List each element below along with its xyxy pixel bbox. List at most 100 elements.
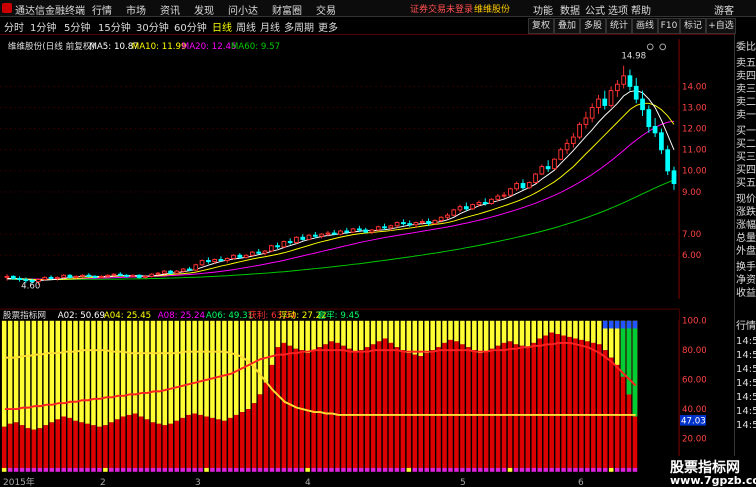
period-5min[interactable]: 5分钟 — [64, 19, 90, 34]
indicator-bar-red — [168, 423, 174, 468]
indicator-tick-label: 60.00 — [682, 376, 706, 386]
multi-stock-button[interactable]: 多股 — [580, 18, 606, 34]
candle-body — [463, 206, 469, 210]
candle-body — [218, 259, 224, 262]
indicator-bars — [1, 320, 638, 472]
indicator-bar-red — [91, 425, 96, 468]
menu-item-ask[interactable]: 问小达 — [228, 2, 258, 17]
indicator-bar-yellow — [591, 320, 596, 343]
stock-name-notice: 维维股份 — [474, 5, 511, 15]
indicator-bar-red — [454, 341, 459, 468]
indicator-bar-red — [632, 416, 638, 468]
indicator-base-strip — [120, 467, 126, 472]
candle-body — [451, 209, 457, 216]
indicator-base-strip — [239, 467, 245, 472]
period-week[interactable]: 周线 — [236, 19, 256, 34]
indicator-base-strip — [132, 467, 138, 472]
f10-button[interactable]: F10 — [658, 18, 680, 34]
indicator-base-strip — [579, 467, 584, 472]
candle-body — [174, 270, 180, 274]
mark-button[interactable]: 标记 — [680, 18, 706, 34]
indicator-base-strip — [55, 467, 61, 472]
period-tick[interactable]: 分时 — [4, 19, 24, 34]
indicator-chart[interactable]: 100.00 80.00 60.00 40.00 20.00 股票指标网 A02: 50… — [0, 306, 706, 476]
candle-body — [168, 270, 173, 274]
indicator-bar-yellow — [126, 320, 132, 415]
candle-body — [407, 223, 413, 226]
user-label[interactable]: 游客 — [714, 2, 734, 17]
candle-body — [10, 275, 16, 279]
period-day[interactable]: 日线 — [212, 19, 232, 34]
candle-body — [445, 214, 450, 218]
add-watchlist-button[interactable]: +自选 — [706, 18, 736, 34]
period-1min[interactable]: 1分钟 — [30, 19, 56, 34]
time-axis-background — [0, 476, 706, 487]
menu-item-help[interactable]: 帮助 — [631, 2, 651, 17]
indicator-bar-red — [287, 345, 293, 468]
quote-tab-market[interactable]: 行情 — [736, 317, 756, 332]
draw-line-button[interactable]: 画线 — [632, 18, 658, 34]
menu-item-formula[interactable]: 公式 — [585, 2, 605, 17]
indicator-bar-yellow — [204, 320, 209, 417]
indicator-bar-red — [608, 357, 614, 469]
login-notice[interactable]: 证券交易未登录 — [410, 2, 473, 15]
indicator-bar-yellow — [103, 320, 108, 426]
candle-body — [54, 276, 60, 279]
indicator-base-strip — [400, 467, 406, 472]
period-60min[interactable]: 60分钟 — [174, 19, 207, 34]
statistics-button[interactable]: 统计 — [606, 18, 632, 34]
menu-item-data[interactable]: 数据 — [560, 2, 580, 17]
indicator-base-strip — [478, 467, 483, 472]
indicator-bar-yellow — [335, 320, 340, 343]
candle-body — [413, 222, 419, 226]
indicator-tick-label: 20.00 — [682, 434, 706, 444]
indicator-base-strip — [448, 467, 453, 472]
indicator-base-strip — [245, 467, 251, 472]
indicator-base-strip — [364, 467, 370, 472]
menu-item-market[interactable]: 市场 — [126, 2, 146, 17]
overlay-button[interactable]: 叠加 — [554, 18, 580, 34]
period-toolbar: 分时 1分钟 5分钟 15分钟 30分钟 60分钟 日线 周线 月线 多周期 更… — [0, 17, 756, 35]
indicator-base-strip — [317, 467, 322, 472]
menu-item-options[interactable]: 选项 — [608, 2, 628, 17]
period-month[interactable]: 月线 — [260, 19, 280, 34]
indicator-bar-yellow — [353, 320, 358, 352]
menu-item-function[interactable]: 功能 — [533, 2, 553, 17]
restore-rights-button[interactable]: 复权 — [528, 18, 554, 34]
indicator-base-strip — [495, 467, 501, 472]
period-15min[interactable]: 15分钟 — [98, 19, 131, 34]
indicator-bar-yellow — [132, 320, 138, 414]
period-30min[interactable]: 30分钟 — [136, 19, 169, 34]
indicator-bar-red — [144, 419, 150, 468]
indicator-bar-red — [251, 403, 257, 468]
period-more[interactable]: 更多 — [318, 19, 338, 34]
candle-body — [268, 245, 274, 252]
candle-body — [539, 166, 545, 175]
indicator-base-strip — [216, 467, 221, 472]
indicator-bar-red — [31, 429, 37, 468]
indicator-bar-red — [353, 351, 358, 468]
candlestick-chart[interactable]: 14.00 13.00 12.00 11.00 10.00 9.00 7.00 6.00 维维… — [0, 34, 706, 304]
chart-title: 维维股份(日线 前复权) — [8, 40, 95, 52]
candle-body — [249, 251, 255, 256]
indicator-bar-red — [198, 414, 203, 468]
indicator-bar-red — [585, 341, 590, 468]
menu-item-news[interactable]: 资讯 — [160, 2, 180, 17]
app-title: 通达信金融终端 — [15, 6, 85, 17]
menu-item-trade[interactable]: 交易 — [316, 2, 336, 17]
indicator-base-strip — [85, 467, 90, 472]
period-multi[interactable]: 多周期 — [284, 19, 314, 34]
indicator-base-strip — [501, 467, 507, 472]
indicator-bar-yellow — [311, 320, 316, 351]
menu-item-fortune[interactable]: 财富圈 — [272, 2, 302, 17]
menu-item-quotes[interactable]: 行情 — [92, 2, 112, 17]
indicator-base-strip — [305, 467, 310, 472]
indicator-base-strip — [376, 467, 382, 472]
indicator-bar-red — [543, 335, 548, 468]
tick-time-1: 14:5 — [736, 336, 756, 347]
indicator-base-strip — [73, 467, 78, 472]
indicator-bar-red — [567, 336, 572, 468]
indicator-bar-red — [1, 426, 7, 468]
indicator-bar-red — [400, 350, 406, 468]
menu-item-discover[interactable]: 发现 — [194, 2, 214, 17]
